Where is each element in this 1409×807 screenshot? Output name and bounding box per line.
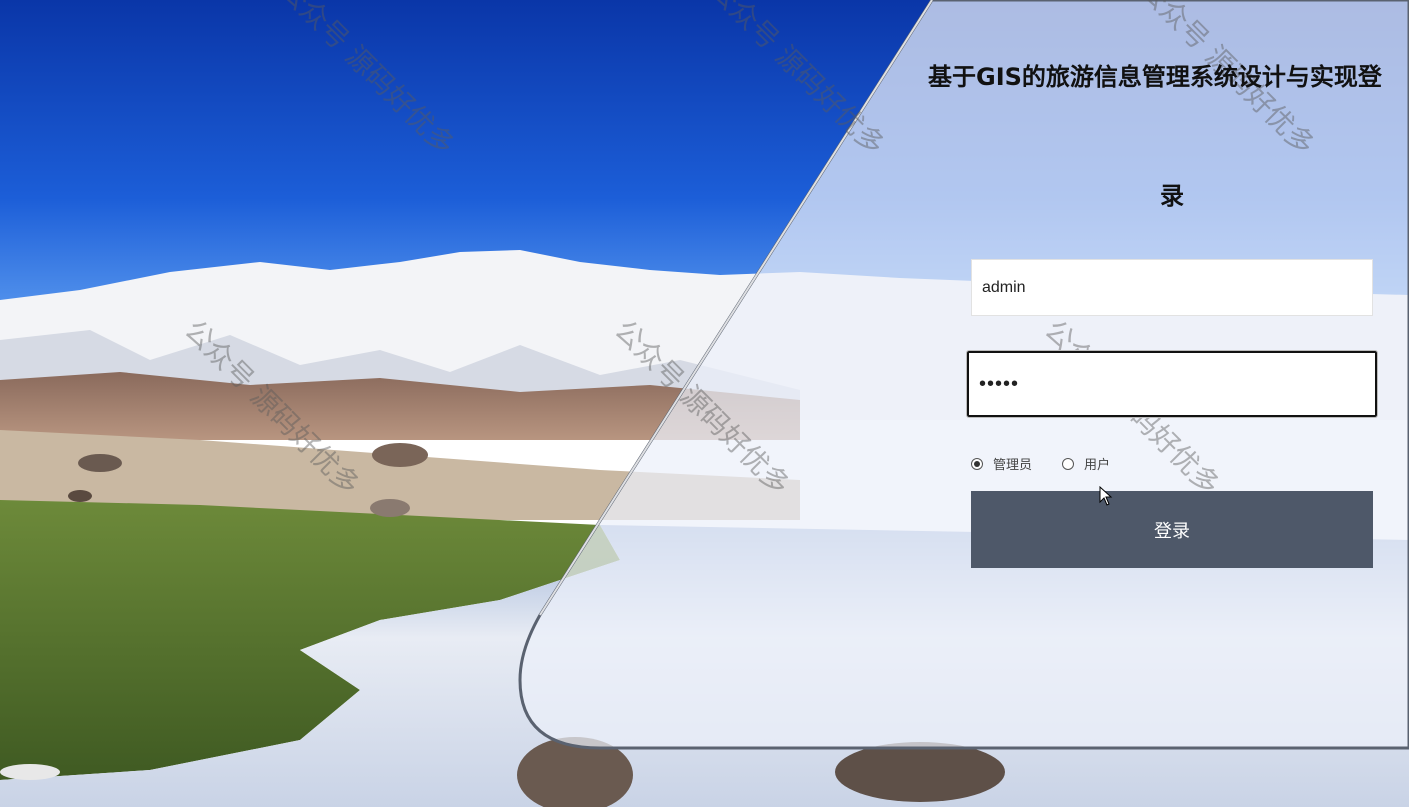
page-title: 基于GIS的旅游信息管理系统设计与实现登 bbox=[928, 63, 1382, 91]
mouse-cursor-icon bbox=[1099, 486, 1113, 506]
role-radio-user[interactable]: 用户 bbox=[1062, 454, 1110, 473]
role-label: 用户 bbox=[1084, 458, 1111, 473]
login-button[interactable]: 登录 bbox=[971, 491, 1373, 568]
role-radio-admin[interactable]: 管理员 bbox=[971, 454, 1032, 473]
username-input[interactable]: admin bbox=[971, 259, 1373, 316]
role-label: 管理员 bbox=[993, 458, 1033, 473]
role-selector: 管理员 用户 bbox=[971, 454, 1140, 473]
radio-checked-icon bbox=[971, 457, 983, 470]
radio-unchecked-icon bbox=[1062, 457, 1075, 470]
login-panel: 基于GIS的旅游信息管理系统设计与实现登 录 admin ••••• 管理员 用… bbox=[860, 0, 1409, 807]
password-input[interactable]: ••••• bbox=[966, 350, 1378, 418]
page-title-continued: 录 bbox=[1160, 182, 1184, 210]
login-screen: 公众号 源码好优多 公众号 源码好优多 公众号 源码好优多 公众号 源码好优多 … bbox=[0, 0, 1409, 807]
